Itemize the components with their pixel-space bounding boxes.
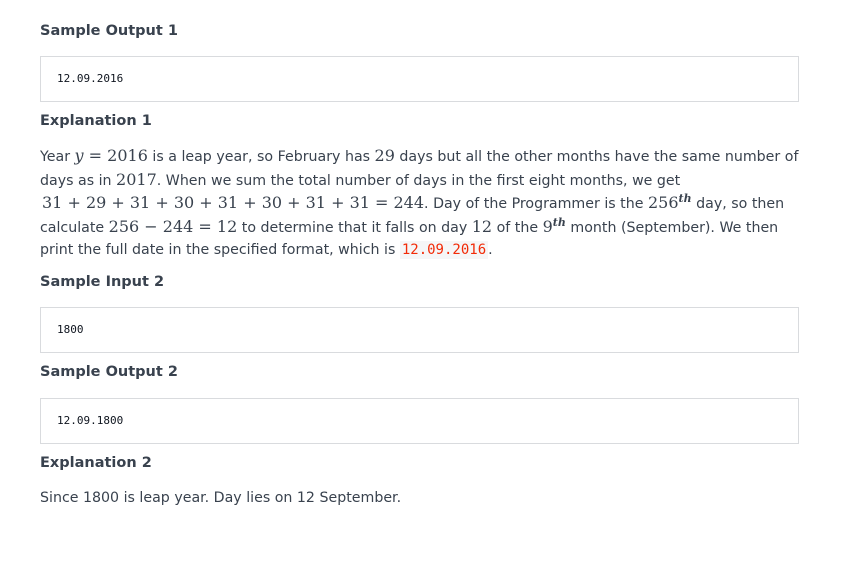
math-sum: 31 + 29 + 31 + 30 + 31 + 30 + 31 + 31 = … bbox=[42, 193, 425, 212]
sample-input-2-value: 1800 bbox=[57, 323, 84, 336]
math-th-1: th bbox=[678, 192, 692, 205]
exp1-text-7: to determine that it falls on day bbox=[237, 219, 472, 236]
sample-output-1-box[interactable]: 12.09.2016 bbox=[40, 56, 799, 102]
exp1-text-10: . bbox=[488, 242, 493, 258]
highlighted-date: 12.09.2016 bbox=[399, 241, 489, 259]
exp1-text-8: of the bbox=[492, 219, 543, 236]
math-256: 256 bbox=[647, 193, 679, 212]
explanation-2-text: Since 1800 is leap year. Day lies on 12 … bbox=[40, 490, 402, 506]
math-y: y bbox=[74, 146, 84, 165]
math-9: 9 bbox=[542, 216, 553, 236]
math-12: 12 bbox=[471, 216, 493, 236]
explanation-2-heading: Explanation 2 bbox=[40, 455, 152, 471]
math-th-2: th bbox=[552, 215, 566, 229]
exp1-text-5: . Day of the Programmer is the bbox=[424, 196, 648, 212]
exp1-text-2: is a leap year, so February has bbox=[147, 149, 375, 165]
exp1-text-4: . When we sum the total number of days i… bbox=[156, 172, 681, 189]
sample-output-1-heading: Sample Output 1 bbox=[40, 23, 178, 39]
math-29: 29 bbox=[374, 146, 395, 165]
sample-output-2-heading: Sample Output 2 bbox=[40, 364, 178, 380]
explanation-1-heading: Explanation 1 bbox=[40, 113, 152, 129]
sample-output-1-value: 12.09.2016 bbox=[57, 72, 124, 85]
sample-output-2-value: 12.09.1800 bbox=[57, 414, 124, 427]
math-2017: 2017 bbox=[116, 169, 157, 189]
math-diff: 256 − 244 = 12 bbox=[108, 216, 238, 236]
explanation-1-text: Year y = 2016 is a leap year, so Februar… bbox=[40, 145, 799, 262]
sample-output-2-box[interactable]: 12.09.1800 bbox=[40, 398, 799, 444]
sample-input-2-heading: Sample Input 2 bbox=[40, 274, 165, 290]
math-2016: = 2016 bbox=[83, 146, 148, 165]
sample-input-2-box[interactable]: 1800 bbox=[40, 307, 799, 353]
exp1-text-1: Year bbox=[40, 149, 75, 165]
